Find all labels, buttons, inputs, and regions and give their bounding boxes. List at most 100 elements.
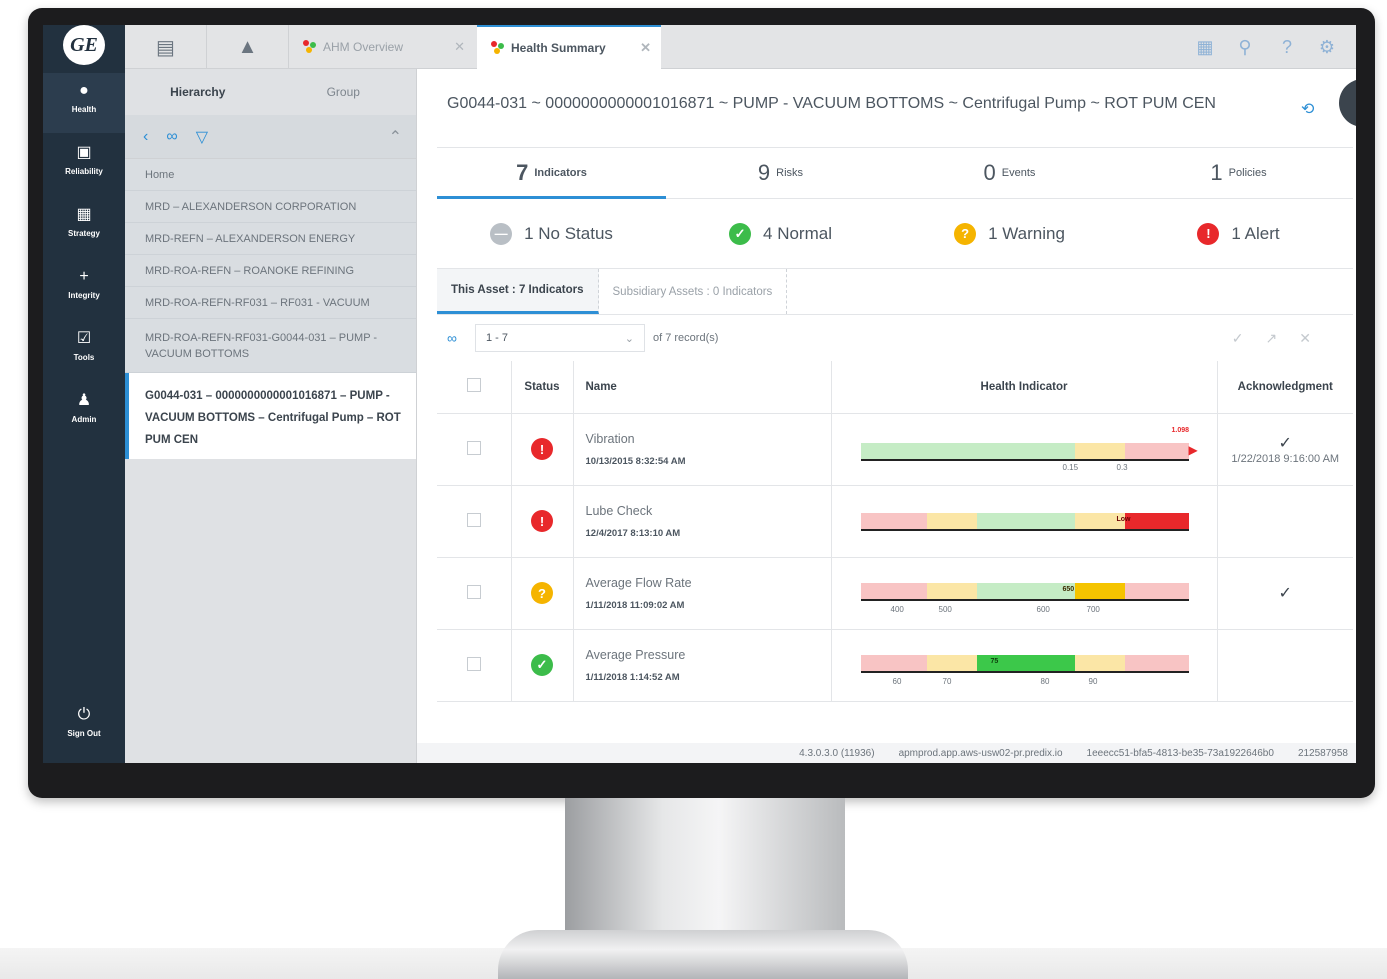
hierarchy-item[interactable]: MRD-REFN – ALEXANDERSON ENERGY bbox=[125, 223, 416, 255]
pointer-right-icon: ▶ bbox=[1188, 442, 1198, 457]
tab-ahm-overview[interactable]: AHM Overview ✕ bbox=[289, 25, 475, 69]
select-all-checkbox[interactable] bbox=[466, 378, 481, 393]
warning-icon: ? bbox=[954, 222, 977, 245]
tab-policies[interactable]: 1 Policies bbox=[1124, 148, 1353, 198]
health-summary-main: G0044-031 ~ 0000000000001016871 ~ PUMP -… bbox=[417, 69, 1356, 743]
warning-icon: ? bbox=[531, 582, 553, 604]
nav-sign-out[interactable]: ⏻ Sign Out bbox=[43, 697, 125, 757]
hierarchy-item[interactable]: Home bbox=[125, 159, 416, 191]
hierarchy-item[interactable]: MRD-ROA-REFN-RF031 – RF031 - VACUUM bbox=[125, 287, 416, 319]
health-app-icon bbox=[491, 41, 505, 55]
health-icon: ● bbox=[79, 82, 89, 99]
tab-hierarchy[interactable]: Hierarchy bbox=[125, 69, 271, 115]
health-gauge: 650 400 500 600 700 bbox=[833, 559, 1216, 628]
status-filter-normal[interactable]: ✓ 4 Normal bbox=[666, 199, 895, 268]
status-filter-alert[interactable]: ! 1 Alert bbox=[1124, 199, 1353, 268]
side-panel-handle[interactable] bbox=[1339, 79, 1356, 127]
indicator-name[interactable]: Average Flow Rate bbox=[586, 576, 830, 590]
gauge-tick: 700 bbox=[1086, 604, 1100, 614]
hierarchy-item[interactable]: MRD – ALEXANDERSON CORPORATION bbox=[125, 191, 416, 223]
status-filter-warning[interactable]: ? 1 Warning bbox=[895, 199, 1124, 268]
nav-admin[interactable]: ♟ Admin bbox=[43, 383, 125, 443]
ahm-app-icon bbox=[303, 40, 317, 54]
table-row[interactable]: ! Lube Check 12/4/2017 8:13:10 AM Low bbox=[437, 485, 1353, 558]
tab-subsidiary-assets[interactable]: Subsidiary Assets : 0 Indicators bbox=[599, 269, 788, 314]
row-checkbox[interactable] bbox=[466, 440, 481, 455]
close-icon[interactable]: ✕ bbox=[640, 40, 651, 56]
no-status-icon: — bbox=[490, 222, 513, 245]
col-health-indicator[interactable]: Health Indicator bbox=[830, 361, 1217, 414]
nav-reliability[interactable]: ▣ Reliability bbox=[43, 135, 125, 195]
hierarchy-item[interactable]: MRD-ROA-REFN – ROANOKE REFINING bbox=[125, 255, 416, 287]
alert-icon: ! bbox=[531, 438, 553, 460]
tab-this-asset[interactable]: This Asset : 7 Indicators bbox=[437, 269, 599, 314]
row-select-cell bbox=[437, 485, 511, 558]
name-cell: Lube Check 12/4/2017 8:13:10 AM bbox=[572, 485, 831, 558]
check-icon[interactable]: ✓ bbox=[1219, 583, 1353, 603]
nav-integrity[interactable]: + Integrity bbox=[43, 259, 125, 319]
status-cell: ! bbox=[510, 485, 573, 558]
table-row[interactable]: ! Vibration 10/13/2015 8:32:54 AM 1.098 ▶… bbox=[437, 413, 1353, 486]
asset-hierarchy-button[interactable]: ▲ bbox=[207, 25, 289, 69]
ge-logo[interactable]: GE bbox=[63, 25, 105, 65]
close-icon[interactable]: ✕ bbox=[454, 39, 465, 55]
col-acknowledgment[interactable]: Acknowledgment bbox=[1216, 361, 1353, 414]
monitor-stand-neck bbox=[565, 798, 845, 948]
indicator-name[interactable]: Average Pressure bbox=[586, 648, 830, 662]
table-row[interactable]: ✓ Average Pressure 1/11/2018 1:14:52 AM 7… bbox=[437, 629, 1353, 702]
status-filter-no-status[interactable]: —1 No Status bbox=[437, 199, 666, 268]
col-name[interactable]: Name bbox=[572, 361, 831, 414]
nav-strategy[interactable]: ▦ Strategy bbox=[43, 197, 125, 257]
gauge-tick: 0.3 bbox=[1116, 462, 1128, 472]
help-icon[interactable]: ? bbox=[1275, 35, 1299, 59]
col-status[interactable]: Status bbox=[510, 361, 573, 414]
row-select-cell bbox=[437, 629, 511, 702]
health-gauge: 1.098 ▶ 0.15 0.3 bbox=[833, 415, 1216, 484]
grid-actions[interactable]: ✓↗✕ bbox=[1232, 330, 1333, 347]
table-row[interactable]: ? Average Flow Rate 1/11/2018 11:09:02 AM… bbox=[437, 557, 1353, 630]
status-summary: —1 No Status ✓ 4 Normal ? 1 Warning ! 1 Ale… bbox=[437, 199, 1353, 269]
indicator-name[interactable]: Vibration bbox=[586, 432, 830, 446]
tab-bar: ▤ ▲ AHM Overview ✕ Health Summary ✕ ▦ ⚲ ? … bbox=[125, 25, 1356, 69]
binoculars-icon[interactable]: ∞ bbox=[447, 330, 457, 346]
indicator-date: 1/11/2018 11:09:02 AM bbox=[585, 599, 685, 611]
asset-subtabs: This Asset : 7 Indicators Subsidiary Ass… bbox=[437, 269, 1353, 315]
tab-risks[interactable]: 9 Risks bbox=[666, 148, 895, 198]
reliability-icon: ▣ bbox=[76, 144, 92, 161]
search-icon[interactable]: ⚲ bbox=[1233, 35, 1257, 59]
nav-health[interactable]: ● Health bbox=[43, 73, 125, 133]
health-indicator-cell: 75 60 70 80 90 bbox=[830, 629, 1217, 702]
chevron-up-icon[interactable]: ⌃ bbox=[389, 127, 402, 147]
gauge-tick: 80 bbox=[1040, 676, 1050, 686]
hierarchy-selected-asset[interactable]: G0044-031 – 0000000000001016871 – PUMP -… bbox=[125, 373, 416, 459]
binoculars-icon[interactable]: ∞ bbox=[166, 128, 177, 146]
row-checkbox[interactable] bbox=[466, 512, 481, 527]
filter-icon[interactable]: ▽ bbox=[196, 127, 208, 147]
nav-tools[interactable]: ☑ Tools bbox=[43, 321, 125, 381]
hierarchy-toolbar: ‹ ∞ ▽ ⌃ bbox=[125, 115, 416, 159]
tab-health-summary[interactable]: Health Summary ✕ bbox=[477, 25, 661, 69]
catalog-icon[interactable]: ▦ bbox=[1193, 35, 1217, 59]
gauge-tick: 500 bbox=[938, 604, 952, 614]
tab-events[interactable]: 0 Events bbox=[895, 148, 1124, 198]
health-indicator-cell: 1.098 ▶ 0.15 0.3 bbox=[830, 413, 1217, 486]
tab-indicators[interactable]: 7 Indicators bbox=[437, 148, 666, 199]
hierarchy-item[interactable]: MRD-ROA-REFN-RF031-G0044-031 – PUMP - VA… bbox=[125, 319, 416, 373]
indicator-name[interactable]: Lube Check bbox=[586, 504, 830, 518]
host-text: apmprod.app.aws-usw02-pr.predix.io bbox=[898, 747, 1063, 759]
row-checkbox[interactable] bbox=[466, 656, 481, 671]
record-count: of 7 record(s) bbox=[652, 332, 719, 344]
indicator-date: 10/13/2015 8:32:54 AM bbox=[585, 455, 686, 467]
page-range-select[interactable]: 1 - 7 ⌄ bbox=[474, 324, 645, 352]
check-icon[interactable]: ✓ bbox=[1219, 433, 1353, 453]
integrity-icon: + bbox=[79, 268, 89, 285]
tab-group[interactable]: Group bbox=[271, 69, 417, 115]
dashboard-button[interactable]: ▤ bbox=[125, 25, 207, 69]
settings-icon[interactable]: ⚙ bbox=[1315, 35, 1339, 59]
back-icon[interactable]: ‹ bbox=[143, 128, 148, 146]
gauge-value: 1.098 bbox=[1171, 426, 1190, 434]
sync-icon[interactable]: ⟲ bbox=[1301, 99, 1314, 119]
status-cell: ! bbox=[510, 413, 573, 486]
row-checkbox[interactable] bbox=[466, 584, 481, 599]
health-gauge: Low bbox=[833, 487, 1216, 556]
